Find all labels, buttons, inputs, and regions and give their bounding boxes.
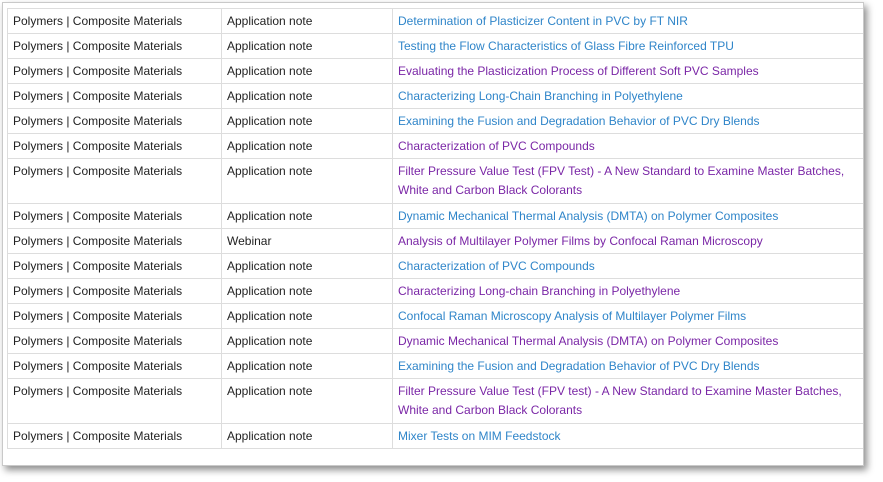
title-cell: Characterization of PVC Compounds [392, 253, 863, 279]
documents-table: Polymers | Composite Materials Applicati… [7, 8, 863, 449]
type-cell: Application note [221, 83, 393, 109]
category-cell: Polymers | Composite Materials [7, 158, 222, 204]
category-cell: Polymers | Composite Materials [7, 8, 222, 34]
category-cell: Polymers | Composite Materials [7, 133, 222, 159]
table-row: Polymers | Composite Materials Applicati… [7, 133, 863, 159]
category-cell: Polymers | Composite Materials [7, 108, 222, 134]
document-link[interactable]: Confocal Raman Microscopy Analysis of Mu… [398, 309, 746, 323]
title-cell: Characterizing Long-chain Branching in P… [392, 278, 863, 304]
table-row: Polymers | Composite Materials Applicati… [7, 378, 863, 424]
title-cell: Analysis of Multilayer Polymer Films by … [392, 228, 863, 254]
document-link[interactable]: Filter Pressure Value Test (FPV test) - … [398, 384, 842, 417]
title-cell: Examining the Fusion and Degradation Beh… [392, 353, 863, 379]
type-cell: Application note [221, 378, 393, 424]
table-row: Polymers | Composite Materials Applicati… [7, 8, 863, 34]
title-cell: Examining the Fusion and Degradation Beh… [392, 108, 863, 134]
table-row: Polymers | Composite Materials Applicati… [7, 58, 863, 84]
document-link[interactable]: Characterizing Long-Chain Branching in P… [398, 89, 683, 103]
type-cell: Application note [221, 328, 393, 354]
type-cell: Webinar [221, 228, 393, 254]
document-link[interactable]: Evaluating the Plasticization Process of… [398, 64, 759, 78]
category-cell: Polymers | Composite Materials [7, 423, 222, 449]
table-row: Polymers | Composite Materials Applicati… [7, 33, 863, 59]
type-cell: Application note [221, 158, 393, 204]
type-cell: Application note [221, 203, 393, 229]
document-link[interactable]: Mixer Tests on MIM Feedstock [398, 429, 561, 443]
title-cell: Filter Pressure Value Test (FPV test) - … [392, 378, 863, 424]
table-row: Polymers | Composite Materials Applicati… [7, 83, 863, 109]
category-cell: Polymers | Composite Materials [7, 378, 222, 424]
document-link[interactable]: Examining the Fusion and Degradation Beh… [398, 114, 760, 128]
table-row: Polymers | Composite Materials Applicati… [7, 353, 863, 379]
type-cell: Application note [221, 278, 393, 304]
document-link[interactable]: Filter Pressure Value Test (FPV Test) - … [398, 164, 844, 197]
title-cell: Mixer Tests on MIM Feedstock [392, 423, 863, 449]
type-cell: Application note [221, 353, 393, 379]
table-row: Polymers | Composite Materials Applicati… [7, 203, 863, 229]
document-link[interactable]: Dynamic Mechanical Thermal Analysis (DMT… [398, 209, 778, 223]
type-cell: Application note [221, 303, 393, 329]
type-cell: Application note [221, 8, 393, 34]
documents-table-body: Polymers | Composite Materials Applicati… [7, 8, 863, 449]
title-cell: Dynamic Mechanical Thermal Analysis (DMT… [392, 203, 863, 229]
type-cell: Application note [221, 108, 393, 134]
category-cell: Polymers | Composite Materials [7, 328, 222, 354]
table-row: Polymers | Composite Materials Applicati… [7, 108, 863, 134]
category-cell: Polymers | Composite Materials [7, 83, 222, 109]
title-cell: Determination of Plasticizer Content in … [392, 8, 863, 34]
table-row: Polymers | Composite Materials Applicati… [7, 158, 863, 204]
title-cell: Filter Pressure Value Test (FPV Test) - … [392, 158, 863, 204]
type-cell: Application note [221, 253, 393, 279]
category-cell: Polymers | Composite Materials [7, 303, 222, 329]
category-cell: Polymers | Composite Materials [7, 33, 222, 59]
title-cell: Confocal Raman Microscopy Analysis of Mu… [392, 303, 863, 329]
category-cell: Polymers | Composite Materials [7, 58, 222, 84]
category-cell: Polymers | Composite Materials [7, 353, 222, 379]
table-row: Polymers | Composite Materials Webinar A… [7, 228, 863, 254]
document-link[interactable]: Characterization of PVC Compounds [398, 259, 595, 273]
results-panel: Polymers | Composite Materials Applicati… [2, 2, 864, 466]
document-link[interactable]: Determination of Plasticizer Content in … [398, 14, 688, 28]
type-cell: Application note [221, 133, 393, 159]
type-cell: Application note [221, 423, 393, 449]
title-cell: Characterization of PVC Compounds [392, 133, 863, 159]
title-cell: Dynamic Mechanical Thermal Analysis (DMT… [392, 328, 863, 354]
category-cell: Polymers | Composite Materials [7, 228, 222, 254]
title-cell: Evaluating the Plasticization Process of… [392, 58, 863, 84]
table-row: Polymers | Composite Materials Applicati… [7, 423, 863, 449]
type-cell: Application note [221, 33, 393, 59]
document-link[interactable]: Characterizing Long-chain Branching in P… [398, 284, 680, 298]
document-link[interactable]: Analysis of Multilayer Polymer Films by … [398, 234, 763, 248]
document-link[interactable]: Characterization of PVC Compounds [398, 139, 595, 153]
title-cell: Characterizing Long-Chain Branching in P… [392, 83, 863, 109]
table-row: Polymers | Composite Materials Applicati… [7, 303, 863, 329]
document-link[interactable]: Testing the Flow Characteristics of Glas… [398, 39, 734, 53]
document-link[interactable]: Examining the Fusion and Degradation Beh… [398, 359, 760, 373]
type-cell: Application note [221, 58, 393, 84]
table-row: Polymers | Composite Materials Applicati… [7, 278, 863, 304]
category-cell: Polymers | Composite Materials [7, 278, 222, 304]
title-cell: Testing the Flow Characteristics of Glas… [392, 33, 863, 59]
category-cell: Polymers | Composite Materials [7, 203, 222, 229]
document-link[interactable]: Dynamic Mechanical Thermal Analysis (DMT… [398, 334, 778, 348]
category-cell: Polymers | Composite Materials [7, 253, 222, 279]
table-row: Polymers | Composite Materials Applicati… [7, 253, 863, 279]
table-row: Polymers | Composite Materials Applicati… [7, 328, 863, 354]
